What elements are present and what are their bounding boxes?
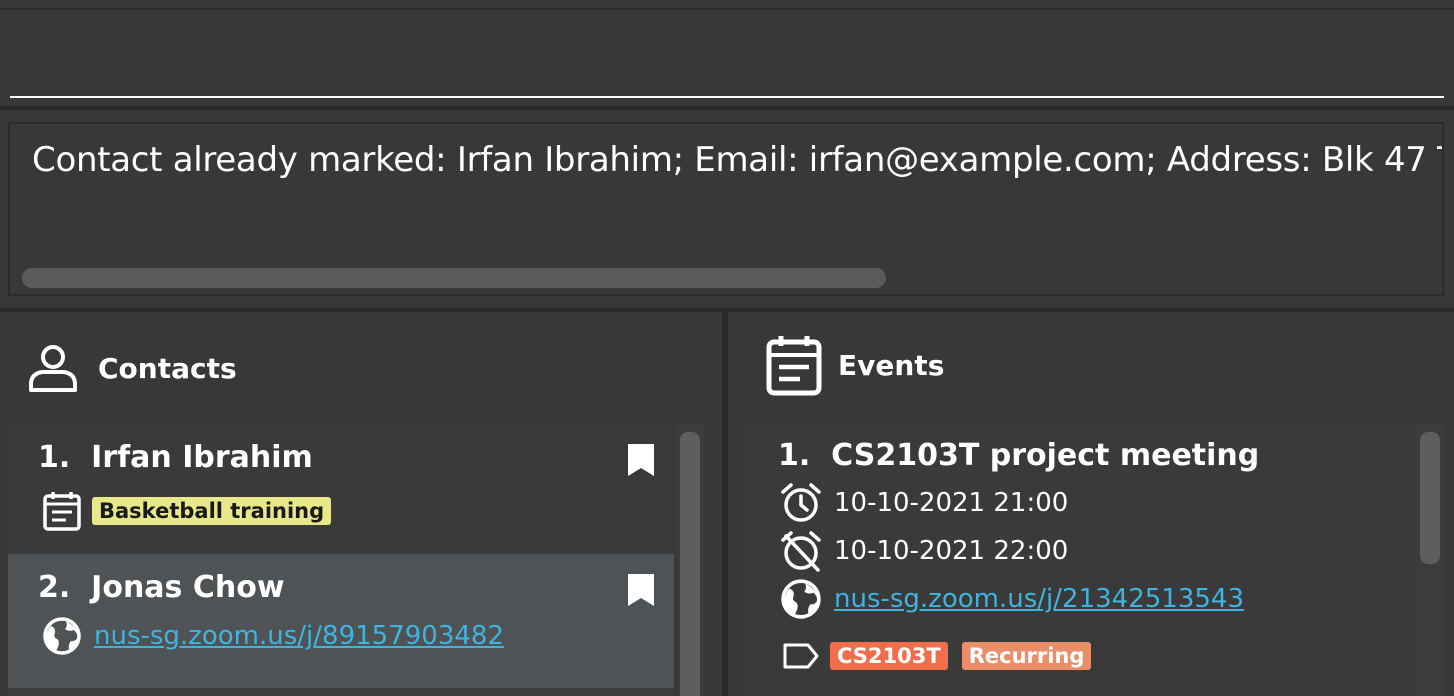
event-name-text: CS2103T project meeting (831, 438, 1260, 473)
contacts-scrollbar-thumb[interactable] (680, 432, 700, 696)
calendar-icon (766, 334, 822, 396)
event-start-row: 10-10-2021 21:00 (780, 482, 1068, 524)
events-scrollbar[interactable] (1416, 424, 1444, 696)
alarm-clock-icon (780, 482, 822, 524)
event-zoom-row: nus-sg.zoom.us/j/21342513543 (780, 578, 1244, 620)
bookmark-icon[interactable] (626, 442, 656, 478)
result-horizontal-scrollbar[interactable] (22, 268, 886, 288)
command-input[interactable] (10, 24, 1444, 94)
contact-name: 1. Irfan Ibrahim (38, 440, 313, 475)
contact-name-text: Jonas Chow (91, 570, 285, 605)
alarm-off-icon (780, 530, 822, 572)
result-text: Contact already marked: Irfan Ibrahim; E… (32, 140, 1442, 180)
contact-event-row: Basketball training (42, 490, 332, 532)
contact-zoom-row: nus-sg.zoom.us/j/89157903482 (42, 616, 504, 656)
contacts-list: 1. Irfan Ibrahim Basketball training 2. … (8, 424, 674, 696)
event-end-row: 10-10-2021 22:00 (780, 530, 1068, 572)
contact-name: 2. Jonas Chow (38, 570, 285, 605)
event-card[interactable]: 1. CS2103T project meeting 10-10-2021 21… (748, 424, 1414, 696)
contacts-scrollbar[interactable] (676, 424, 704, 696)
event-end-time: 10-10-2021 22:00 (834, 536, 1069, 566)
contacts-title: Contacts (98, 351, 237, 385)
event-start-time: 10-10-2021 21:00 (834, 488, 1069, 518)
event-tags-row: CS2103T Recurring (782, 642, 1092, 670)
event-index: 1. (778, 438, 811, 473)
event-tag[interactable]: CS2103T (830, 642, 948, 670)
events-scrollbar-thumb[interactable] (1420, 432, 1440, 564)
events-list: 1. CS2103T project meeting 10-10-2021 21… (748, 424, 1414, 696)
command-input-underline (10, 96, 1444, 98)
contact-card[interactable]: 2. Jonas Chow nus-sg.zoom.us/j/891579034… (8, 554, 674, 688)
command-box (0, 10, 1454, 106)
events-header: Events (766, 334, 944, 396)
event-tag[interactable]: Recurring (961, 642, 1092, 670)
globe-icon (42, 616, 82, 656)
globe-icon (780, 578, 822, 620)
event-zoom-link[interactable]: nus-sg.zoom.us/j/21342513543 (834, 584, 1244, 614)
contact-event-tag[interactable]: Basketball training (92, 497, 332, 525)
bookmark-icon[interactable] (626, 572, 656, 608)
panel-divider (722, 312, 728, 696)
contact-index: 1. (38, 440, 71, 475)
contact-index: 2. (38, 570, 71, 605)
events-title: Events (838, 348, 945, 382)
contact-card[interactable]: 1. Irfan Ibrahim Basketball training (8, 424, 674, 554)
person-icon (28, 342, 78, 394)
calendar-icon (42, 490, 82, 532)
contacts-header: Contacts (28, 342, 237, 394)
result-display[interactable]: Contact already marked: Irfan Ibrahim; E… (8, 122, 1444, 296)
contact-zoom-link[interactable]: nus-sg.zoom.us/j/89157903482 (94, 621, 504, 651)
tag-icon (782, 642, 820, 670)
event-name: 1. CS2103T project meeting (778, 438, 1259, 473)
app-window: Contact already marked: Irfan Ibrahim; E… (0, 0, 1454, 696)
divider (0, 106, 1454, 110)
contact-name-text: Irfan Ibrahim (91, 440, 313, 475)
